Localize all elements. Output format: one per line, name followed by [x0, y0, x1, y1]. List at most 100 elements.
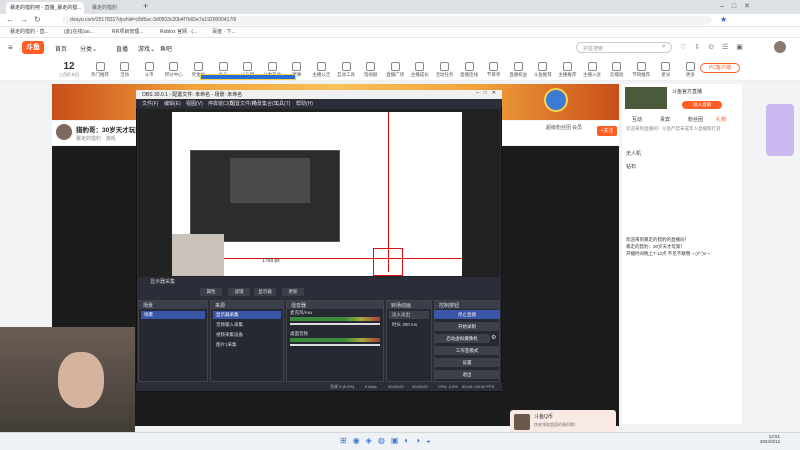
obs-menu-item[interactable]: 编辑(E) [164, 100, 181, 107]
virtual-camera-button[interactable]: 启动虚拟摄像机 [434, 334, 490, 343]
taskbar-app-icons[interactable]: ⊞◉◈◍▣◐◑◒ [340, 436, 437, 445]
tab-vip[interactable]: 贵宾 [660, 116, 670, 123]
search-icon[interactable]: ⌕ [662, 43, 666, 51]
menu-icon[interactable]: ≡ [8, 43, 13, 52]
gear-icon[interactable]: ⚙ [491, 334, 496, 341]
tab-gifts[interactable]: 礼物 [716, 116, 726, 123]
source-item[interactable]: 显示器采集 [213, 311, 281, 319]
chat-line: 欢迎来到暴走的猎豹的直播间！ [626, 237, 689, 242]
feature-icon-item[interactable]: 斗币 [137, 62, 161, 78]
tab-interact[interactable]: 互动 [632, 116, 642, 123]
feature-icon-item[interactable]: 主播公告 [309, 62, 333, 78]
feature-icon-item[interactable]: 活动 [113, 62, 137, 78]
source-item[interactable]: 音频输入采集 [213, 321, 281, 329]
bookmark-5[interactable]: 百度 · 下... [212, 28, 236, 35]
feature-icon-item[interactable]: 主播推荐 [555, 62, 579, 78]
nav-games-label: 游戏 [138, 47, 151, 53]
header-tool-icons[interactable]: ♡⇩⊙☰▣ [680, 43, 751, 51]
transition-select[interactable]: 淡入淡出 [389, 311, 429, 319]
vip-label[interactable]: 会员 [572, 124, 582, 131]
refresh-button[interactable]: 更新 [282, 288, 304, 296]
date-badge[interactable]: 12 三月打卡日 [56, 61, 82, 78]
feature-icon-item[interactable]: 直播广场 [383, 62, 407, 78]
stop-streaming-button[interactable]: 停止直播 [434, 310, 500, 319]
selected-source-label: 显示器采集 [150, 279, 176, 285]
duration-field[interactable]: 时长 300 ms [389, 321, 429, 329]
tab-fans[interactable]: 粉丝团 [688, 116, 703, 123]
host-card-image[interactable] [625, 87, 667, 109]
settings-button[interactable]: 设置 [434, 358, 500, 367]
nav-home[interactable]: 首页 [55, 44, 67, 53]
duration-value: 300 ms [402, 322, 418, 327]
feature-icon-item[interactable]: 直播连线 [457, 62, 481, 78]
obs-window-controls[interactable]: –□✕ [476, 90, 501, 96]
start-recording-button[interactable]: 开始录制 [434, 322, 500, 331]
filters-button[interactable]: 滤镜 [228, 288, 250, 296]
browser-tab-2[interactable]: 暴走的猎豹 [88, 2, 138, 14]
feature-icon-item[interactable]: 互动工具 [334, 62, 358, 78]
obs-menu-item[interactable]: 视图(V) [186, 100, 203, 107]
feature-icon-item[interactable]: 主播成长 [408, 62, 432, 78]
feature-icon-item[interactable]: 更多 [678, 62, 702, 78]
exit-button[interactable]: 退出 [434, 370, 500, 379]
pc-client-button[interactable]: PC客户端 [700, 63, 740, 73]
properties-button[interactable]: 属性 [200, 288, 222, 296]
start-live-badge[interactable] [544, 88, 568, 112]
feature-icon-item[interactable]: 斗鱼推荐 [531, 62, 555, 78]
nav-category[interactable]: 分类⌄ [80, 44, 97, 53]
sources-title: 来源 [211, 301, 283, 309]
avatar[interactable] [774, 41, 786, 53]
obs-source-toolbar [138, 286, 500, 297]
feature-icon-item[interactable]: 直播权益 [506, 62, 530, 78]
browser-tab[interactable]: 暴走的猎豹吧 - 直播_暴走的猎... [6, 2, 84, 14]
feature-icon-item[interactable]: 活动任务 [432, 62, 456, 78]
nav-arrows-icon[interactable]: ←→↻ [6, 15, 47, 24]
gift-row-2[interactable]: 钻石 [626, 163, 636, 170]
source-item[interactable]: 视频采集设备 [213, 331, 281, 339]
feature-icon-label: 活动 [120, 72, 130, 77]
volume-slider[interactable] [290, 323, 380, 325]
url-input[interactable]: douyu.com/2517831?dyshid=c8d5ac-3d0503c2… [62, 16, 712, 25]
system-clock[interactable]: 13:51 2024/3/12 [760, 434, 780, 444]
promo-strip[interactable] [200, 74, 296, 80]
feature-icon-item[interactable]: 积分中心 [162, 62, 186, 78]
host-avatar[interactable] [56, 124, 72, 140]
obs-menu-item[interactable]: 帮助(H) [296, 100, 313, 107]
source-item[interactable]: 图片1采集 [213, 341, 281, 349]
display-button[interactable]: 显示器 [254, 288, 276, 296]
search-input[interactable]: 护星搜索 [576, 42, 672, 53]
feature-icon-item[interactable]: 节目单 [482, 62, 506, 78]
bookmark-4[interactable]: Roblox 官网 · (... [160, 28, 197, 35]
feature-icon [341, 62, 351, 71]
mixer-title: 混音器 [287, 301, 383, 309]
feature-icon-item[interactable]: 云播放 [605, 62, 629, 78]
follow-button[interactable]: +关注 [597, 126, 617, 136]
feature-icon-item[interactable]: 节目推荐 [629, 62, 653, 78]
douyu-logo[interactable]: 斗鱼 [22, 41, 44, 54]
star-icon[interactable]: ★ [720, 15, 727, 24]
feature-icon-item[interactable]: 主播入驻 [580, 62, 604, 78]
nav-games[interactable]: 游戏⌄ [138, 44, 155, 53]
new-tab-icon[interactable]: + [143, 1, 148, 11]
enter-live-button[interactable]: 进入直播 [682, 101, 722, 109]
bookmark-2[interactable]: (此)在线(ao... [64, 28, 94, 35]
feature-icon [538, 62, 548, 71]
feature-icon-item[interactable]: 电视剧 [359, 62, 383, 78]
bookmark-3[interactable]: RR项目管理... [112, 28, 143, 35]
popup-title: 斗鱼Q币 [534, 414, 553, 420]
feature-icon-item[interactable]: 星光 [654, 62, 678, 78]
window-controls[interactable]: –□✕ [720, 2, 758, 10]
nav-live[interactable]: 直播 [116, 44, 128, 53]
scene-item[interactable]: 场景 [141, 311, 205, 319]
feature-icon-item[interactable]: 热门推荐 [88, 62, 112, 78]
studio-mode-button[interactable]: 工作室模式 [434, 346, 500, 355]
obs-menu-item[interactable]: 文件(F) [142, 100, 158, 107]
volume-slider[interactable] [290, 344, 380, 346]
nav-fishbar[interactable]: 鱼吧 [160, 44, 172, 53]
bookmark-1[interactable]: 暴走的猎豹 - 直... [10, 28, 49, 35]
gift-row-1[interactable]: 无人机 [626, 150, 641, 157]
obs-menu-item[interactable]: 工具(T) [274, 100, 290, 107]
url-text: douyu.com/2517831?dyshid=c8d5ac-3d0503c2… [70, 17, 237, 23]
fan-club-label[interactable]: 超级粉丝团 [546, 124, 571, 131]
side-promo[interactable] [766, 104, 794, 156]
